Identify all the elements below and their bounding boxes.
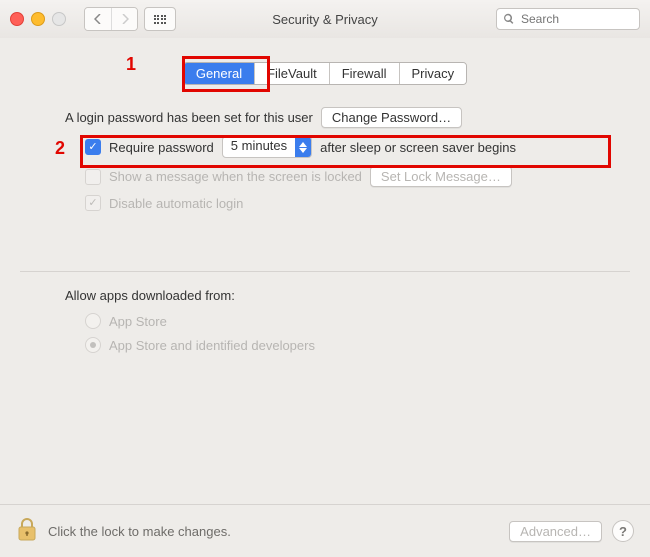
radio-identified-developers-label: App Store and identified developers bbox=[109, 338, 315, 353]
search-icon bbox=[503, 13, 515, 25]
allow-apps-title: Allow apps downloaded from: bbox=[65, 288, 610, 303]
divider bbox=[20, 271, 630, 272]
tab-firewall[interactable]: Firewall bbox=[330, 63, 400, 84]
nav-back-forward bbox=[84, 7, 138, 31]
tab-bar: General FileVault Firewall Privacy bbox=[183, 62, 467, 85]
require-password-suffix: after sleep or screen saver begins bbox=[320, 140, 516, 155]
show-message-checkbox bbox=[85, 169, 101, 185]
tab-filevault[interactable]: FileVault bbox=[255, 63, 330, 84]
require-password-label: Require password bbox=[109, 140, 214, 155]
window-controls bbox=[10, 12, 66, 26]
tab-privacy[interactable]: Privacy bbox=[400, 63, 467, 84]
disable-auto-login-label: Disable automatic login bbox=[109, 196, 243, 211]
close-icon[interactable] bbox=[10, 12, 24, 26]
zoom-icon[interactable] bbox=[52, 12, 66, 26]
grid-icon bbox=[154, 15, 167, 24]
set-lock-message-button: Set Lock Message… bbox=[370, 166, 512, 187]
back-button[interactable] bbox=[85, 8, 111, 30]
login-section: A login password has been set for this u… bbox=[40, 107, 610, 211]
advanced-button[interactable]: Advanced… bbox=[509, 521, 602, 542]
tab-general[interactable]: General bbox=[184, 63, 255, 84]
search-input[interactable] bbox=[519, 11, 633, 27]
change-password-button[interactable]: Change Password… bbox=[321, 107, 462, 128]
preferences-window: Security & Privacy General FileVault Fir… bbox=[0, 0, 650, 557]
require-password-delay-value: 5 minutes bbox=[223, 137, 295, 157]
lock-hint-text: Click the lock to make changes. bbox=[48, 524, 231, 539]
require-password-checkbox[interactable] bbox=[85, 139, 101, 155]
minimize-icon[interactable] bbox=[31, 12, 45, 26]
show-message-label: Show a message when the screen is locked bbox=[109, 169, 362, 184]
titlebar: Security & Privacy bbox=[0, 0, 650, 39]
search-field[interactable] bbox=[496, 8, 640, 30]
lock-icon[interactable] bbox=[16, 518, 38, 545]
require-password-delay-select[interactable]: 5 minutes bbox=[222, 136, 312, 158]
footer: Click the lock to make changes. Advanced… bbox=[0, 504, 650, 557]
radio-app-store bbox=[85, 313, 101, 329]
radio-identified-developers bbox=[85, 337, 101, 353]
radio-app-store-label: App Store bbox=[109, 314, 167, 329]
stepper-arrows-icon bbox=[295, 137, 311, 157]
forward-button[interactable] bbox=[111, 8, 137, 30]
login-password-text: A login password has been set for this u… bbox=[65, 110, 313, 125]
show-all-button[interactable] bbox=[144, 7, 176, 31]
content-area: General FileVault Firewall Privacy A log… bbox=[0, 38, 650, 557]
help-button[interactable]: ? bbox=[612, 520, 634, 542]
disable-auto-login-checkbox bbox=[85, 195, 101, 211]
